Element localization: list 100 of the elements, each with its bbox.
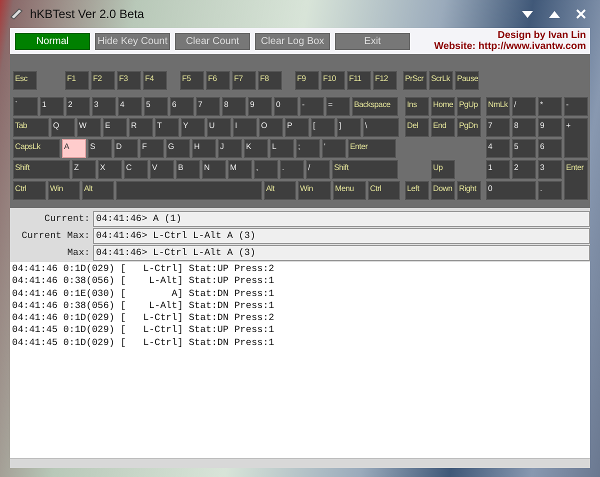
- keyboard-key: End: [431, 118, 455, 137]
- keyboard-key: ]: [337, 118, 361, 137]
- keyboard-key: .: [280, 160, 304, 179]
- keyboard-key: 4: [486, 139, 510, 158]
- keyboard-key: J: [218, 139, 242, 158]
- keyboard-key: Backspace: [352, 97, 398, 116]
- keyboard-key: H: [192, 139, 216, 158]
- keyboard-key: Del: [405, 118, 429, 137]
- keyboard-key: Enter: [348, 139, 396, 158]
- keyboard-key: NmLk: [486, 97, 510, 116]
- keyboard-key: O: [259, 118, 283, 137]
- keyboard-key: F6: [206, 71, 230, 90]
- keyboard-key: Up: [431, 160, 455, 179]
- keyboard-key: ;: [296, 139, 320, 158]
- log-line: 04:41:46 0:1D(029) [ L-Ctrl] Stat:UP Press:2: [12, 263, 274, 276]
- keyboard-key: PgDn: [457, 118, 481, 137]
- keyboard-key: Y: [181, 118, 205, 137]
- keyboard-key: C: [124, 160, 148, 179]
- readout-label: Current:: [43, 212, 90, 226]
- keyboard-key: F7: [232, 71, 256, 90]
- keyboard-key: K: [244, 139, 268, 158]
- toolbar-button[interactable]: Normal: [15, 32, 90, 50]
- keyboard-key: 8: [222, 97, 246, 116]
- keyboard-key: /: [306, 160, 330, 179]
- keyboard-key: F12: [373, 71, 397, 90]
- keyboard-key: 9: [538, 118, 562, 137]
- keyboard-key: Z: [72, 160, 96, 179]
- keyboard-key: Win: [298, 181, 331, 200]
- keyboard-key: 2: [66, 97, 90, 116]
- keyboard-key: 3: [538, 160, 562, 179]
- close-icon[interactable]: [576, 9, 586, 19]
- keyboard-key: Q: [51, 118, 75, 137]
- keyboard-key: Pause: [455, 71, 479, 90]
- keyboard-key: 8: [512, 118, 536, 137]
- keyboard-key: A: [62, 139, 86, 158]
- keyboard-key: 6: [170, 97, 194, 116]
- keyboard-key: F5: [180, 71, 204, 90]
- readout-label: Max:: [66, 246, 90, 260]
- keyboard-key: ,: [254, 160, 278, 179]
- keyboard-key: Menu: [333, 181, 366, 200]
- keyboard-key: 3: [92, 97, 116, 116]
- keyboard-key: Win: [48, 181, 80, 200]
- keyboard-key: Right: [457, 181, 481, 200]
- readout-field: 04:41:46> A (1): [93, 211, 590, 227]
- keyboard-key: 6: [538, 139, 562, 158]
- readout-label: Current Max:: [20, 228, 90, 243]
- keyboard-key: Alt: [82, 181, 114, 200]
- keyboard-key: M: [228, 160, 252, 179]
- keyboard-key: N: [202, 160, 226, 179]
- readout-field: 04:41:46> L-Ctrl L-Alt A (3): [93, 245, 590, 261]
- keyboard-key: /: [512, 97, 536, 116]
- keyboard-key: Ins: [405, 97, 429, 116]
- keyboard-key: Down: [431, 181, 455, 200]
- keyboard-key: F10: [321, 71, 345, 90]
- keyboard-key: *: [538, 97, 562, 116]
- keyboard-key: ScrLk: [429, 71, 453, 90]
- keyboard-key: Ctrl: [13, 181, 46, 200]
- keyboard-key: 0: [486, 181, 536, 200]
- keyboard-key: 1: [40, 97, 64, 116]
- keyboard-key: ': [322, 139, 346, 158]
- keyboard-key: -: [300, 97, 324, 116]
- keyboard-key: G: [166, 139, 190, 158]
- keyboard-key: Alt: [264, 181, 296, 200]
- keyboard-key: .: [538, 181, 562, 200]
- horizontal-scrollbar[interactable]: [10, 458, 590, 468]
- credit-text: Design by Ivan Lin: [498, 30, 586, 41]
- keyboard-key: 5: [512, 139, 536, 158]
- keyboard-key: Ctrl: [368, 181, 400, 200]
- keyboard-key: F4: [143, 71, 167, 90]
- keyboard-key: F8: [258, 71, 282, 90]
- keyboard-key: B: [176, 160, 200, 179]
- keyboard-key: 0: [274, 97, 298, 116]
- keyboard-key: +: [564, 118, 588, 158]
- keyboard-key: Esc: [13, 71, 37, 90]
- keyboard-key: D: [114, 139, 138, 158]
- keyboard-key: T: [155, 118, 179, 137]
- keyboard-key: Home: [431, 97, 455, 116]
- keyboard-key: 5: [144, 97, 168, 116]
- keyboard-key: Tab: [13, 118, 49, 137]
- keyboard-key: =: [326, 97, 350, 116]
- log-line: 04:41:46 0:38(056) [ L-Alt] Stat:UP Press:1: [12, 275, 274, 288]
- keyboard-key: F: [140, 139, 164, 158]
- maximize-icon[interactable]: [549, 10, 560, 18]
- log-line: 04:41:46 0:1E(030) [ A] Stat:DN Press:1: [12, 288, 274, 300]
- keyboard-key: R: [129, 118, 153, 137]
- keyboard-key: S: [88, 139, 112, 158]
- keyboard-key: Shift: [332, 160, 398, 179]
- log-line: 04:41:46 0:38(056) [ L-Alt] Stat:DN Press:1: [12, 300, 274, 312]
- keyboard-key: Enter: [564, 160, 588, 200]
- keyboard-key: P: [285, 118, 309, 137]
- credit-text: Website: http://www.ivantw.com: [434, 41, 586, 52]
- log-line: 04:41:46 0:1D(029) [ L-Ctrl] Stat:DN Press:2: [12, 312, 274, 324]
- keyboard-key: Left: [405, 181, 429, 200]
- keyboard-key: [: [311, 118, 335, 137]
- minimize-icon[interactable]: [522, 10, 533, 18]
- keyboard-key: Shift: [13, 160, 70, 179]
- keyboard-key: PgUp: [457, 97, 481, 116]
- keyboard-key: F1: [65, 71, 89, 90]
- keyboard-key: F9: [295, 71, 319, 90]
- keyboard-key: U: [207, 118, 231, 137]
